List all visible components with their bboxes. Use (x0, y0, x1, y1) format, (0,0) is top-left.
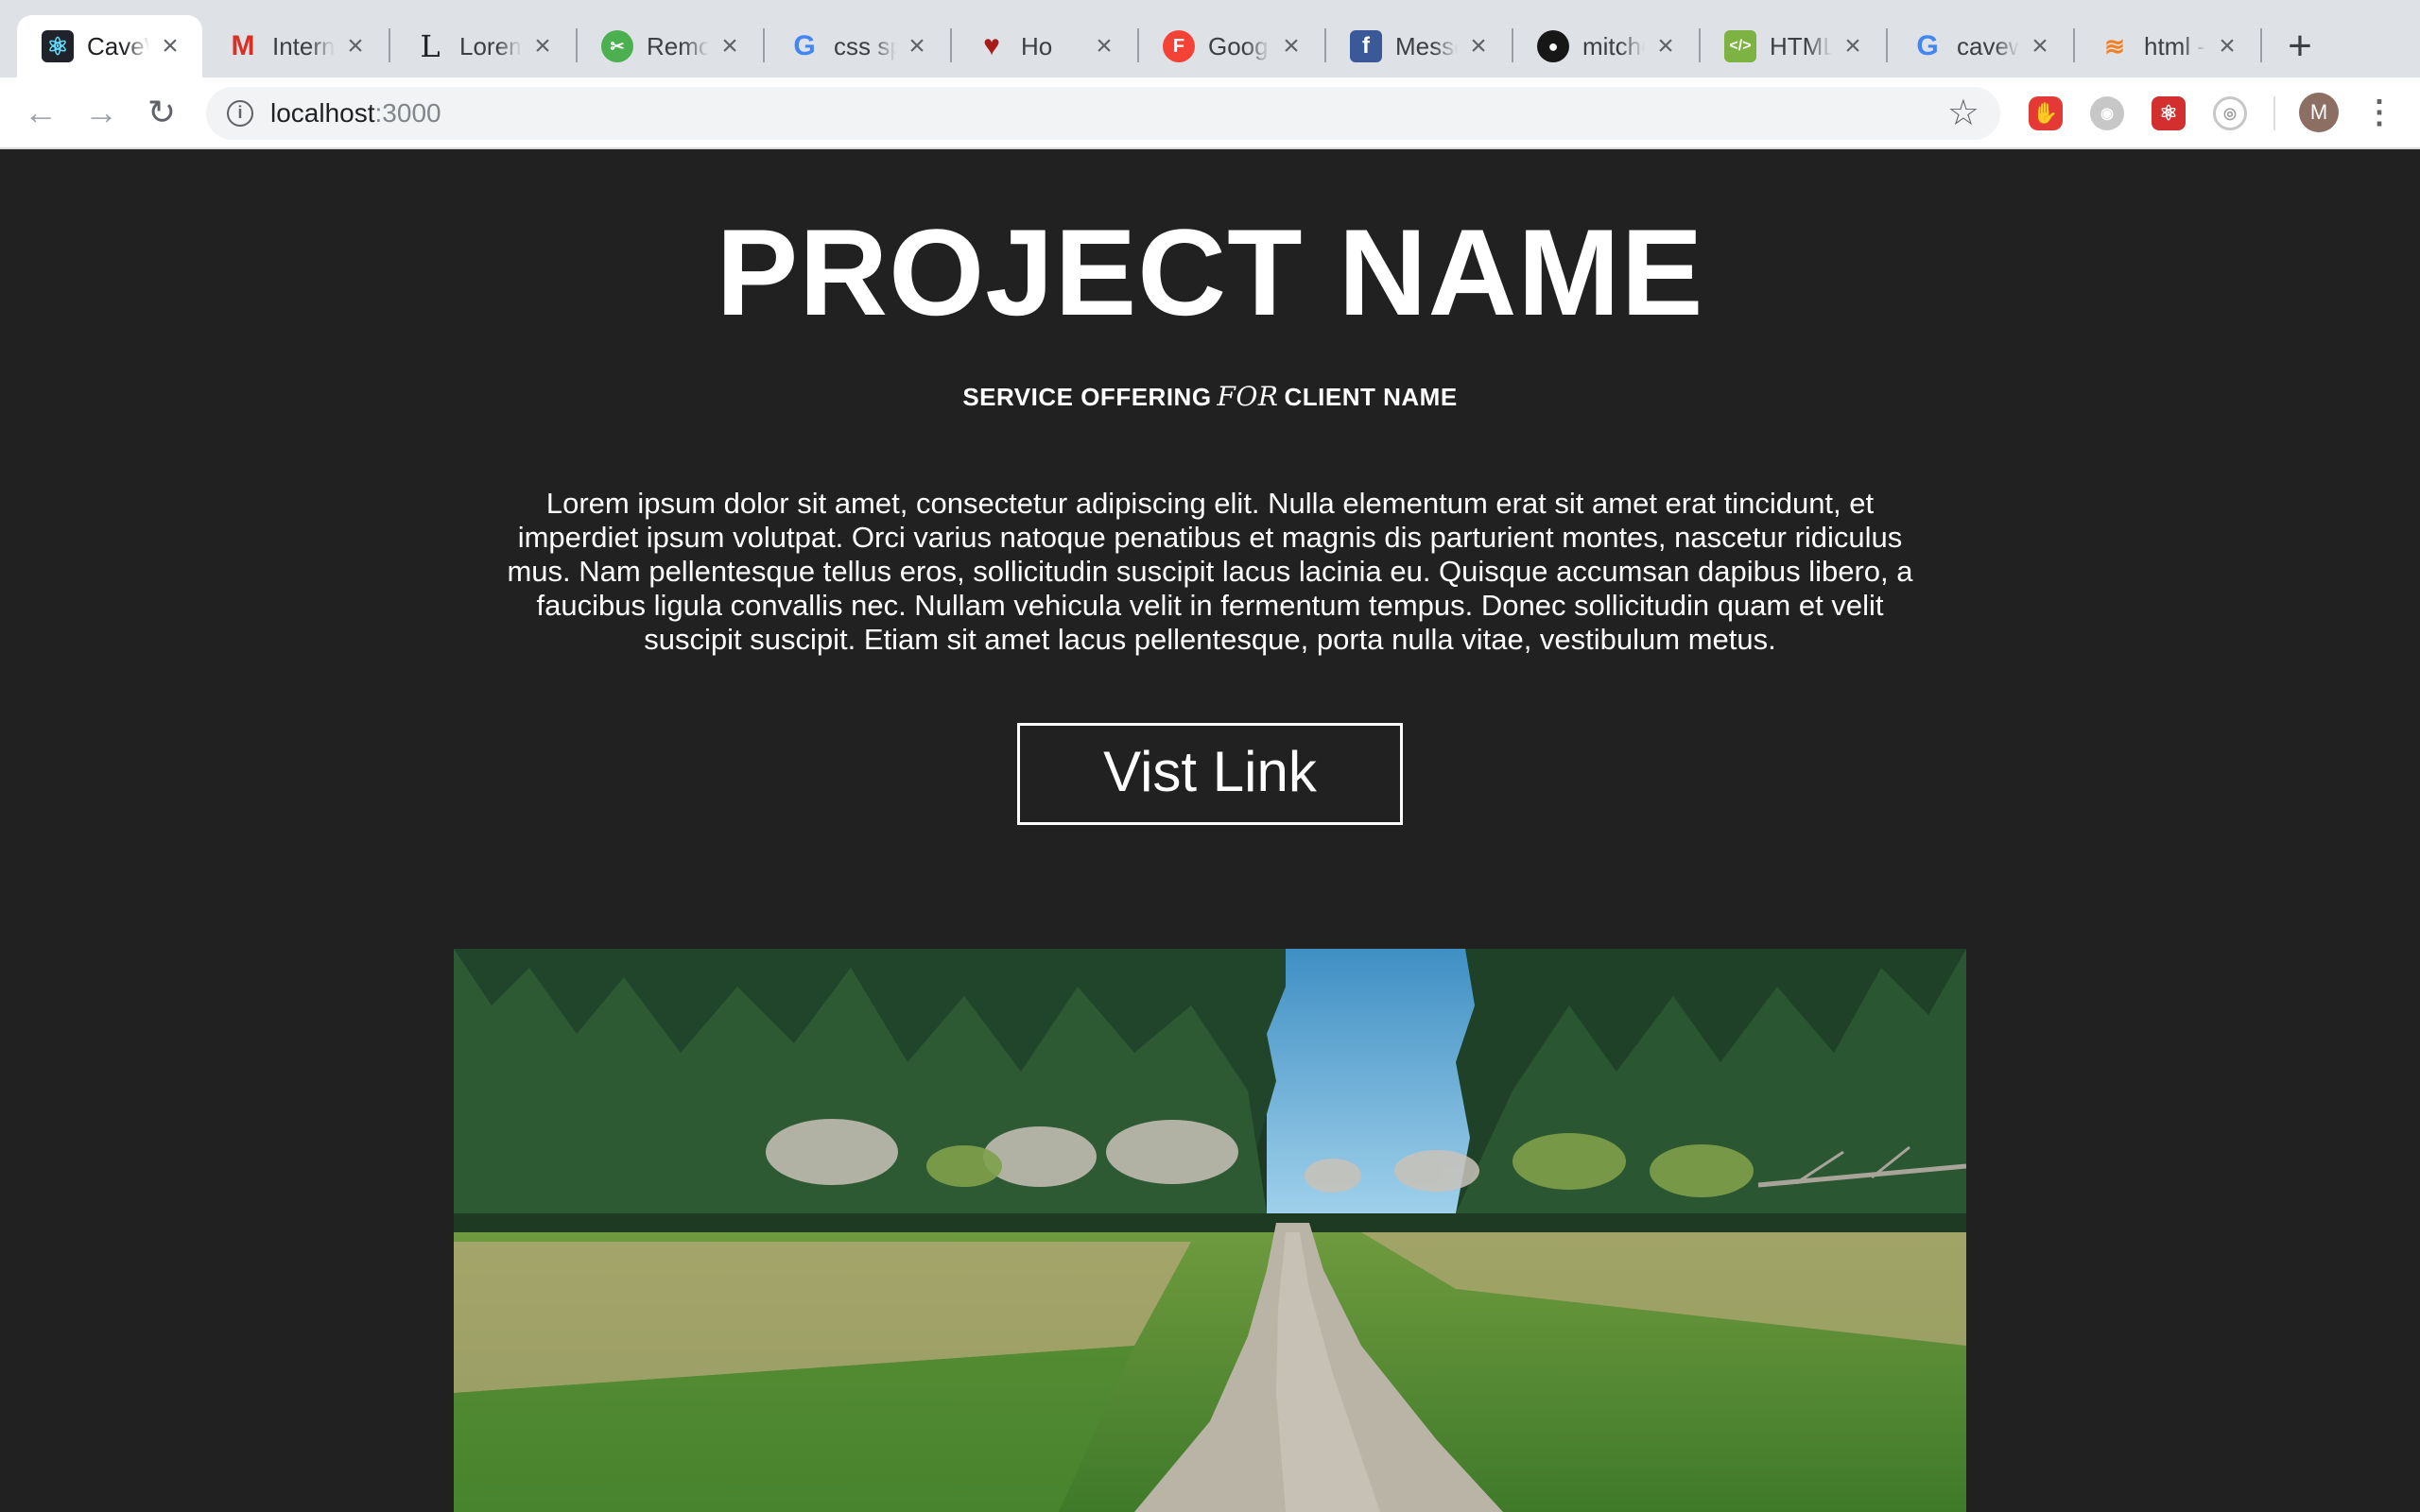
tab-lorem[interactable]: L Lorem × (389, 15, 575, 77)
tab-github[interactable]: ● mitche × (1512, 15, 1698, 77)
stackoverflow-icon: ≋ (2104, 31, 2125, 60)
tab-title: HTML (1770, 31, 1832, 60)
for-text: FOR (1217, 381, 1279, 412)
discord-icon[interactable]: ◉ (2090, 96, 2124, 130)
tab-title: css sp (834, 31, 896, 60)
project-description: Lorem ipsum dolor sit amet, consectetur … (507, 487, 1913, 656)
close-icon[interactable]: × (717, 32, 743, 60)
tab-title: Remov (647, 31, 709, 60)
hero-image (454, 949, 1966, 1512)
close-icon[interactable]: × (2027, 32, 2053, 60)
lorem-l-icon: L (420, 28, 441, 64)
google-icon: G (1916, 30, 1939, 61)
reload-icon[interactable]: ↻ (140, 91, 183, 134)
toolbar-divider (2273, 96, 2275, 130)
close-icon[interactable]: × (1278, 32, 1305, 60)
tab-title: CaveW (87, 31, 149, 60)
project-title: PROJECT NAME (716, 203, 1704, 341)
react-devtools-icon[interactable]: ⚛ (2152, 96, 2186, 130)
heart-icon: ♥ (983, 30, 1000, 61)
service-offering-text: SERVICE OFFERING (962, 383, 1212, 411)
close-icon[interactable]: × (342, 32, 369, 60)
tab-cavew-search[interactable]: G cavew × (1887, 15, 2072, 77)
tab-title: Lorem (459, 31, 522, 60)
tab-title: Ho (1021, 31, 1053, 60)
html-icon: </> (1724, 30, 1756, 62)
forward-arrow-icon[interactable]: → (79, 91, 123, 134)
camera-icon[interactable]: ◎ (2213, 96, 2247, 130)
tab-strip: ⚛ CaveW × M Interne × L Lorem × ✂ Remov … (0, 0, 2420, 77)
tab-title: Interne (272, 31, 335, 60)
tab-stackoverflow[interactable]: ≋ html - × (2074, 15, 2259, 77)
avatar[interactable]: M (2299, 93, 2339, 132)
google-fonts-icon: F (1163, 30, 1195, 62)
tab-title: Messe (1395, 31, 1458, 60)
tab-ho[interactable]: ♥ Ho × (951, 15, 1136, 77)
google-icon: G (793, 30, 816, 61)
remove-bg-icon: ✂ (601, 30, 633, 62)
close-icon[interactable]: × (1652, 32, 1679, 60)
tab-html[interactable]: </> HTML × (1700, 15, 1885, 77)
tab-remove[interactable]: ✂ Remov × (577, 15, 762, 77)
github-icon: ● (1537, 30, 1569, 62)
more-menu-icon[interactable]: ⋮ (2363, 93, 2395, 132)
address-bar[interactable]: i localhost:3000 ☆ (206, 87, 2000, 140)
close-icon[interactable]: × (1840, 32, 1866, 60)
back-arrow-icon[interactable]: ← (19, 91, 62, 134)
url-port: :3000 (374, 98, 441, 128)
tab-google-fonts[interactable]: F Googl × (1138, 15, 1323, 77)
tab-title: Googl (1208, 31, 1270, 60)
tab-title: cavew (1957, 31, 2019, 60)
tab-messenger[interactable]: f Messe × (1325, 15, 1511, 77)
tab-title: html - (2144, 31, 2205, 60)
tab-cavew[interactable]: ⚛ CaveW × (17, 15, 202, 77)
adblock-icon[interactable]: ✋ (2029, 96, 2063, 130)
facebook-icon: f (1350, 30, 1382, 62)
new-tab-button[interactable]: + (2276, 23, 2324, 70)
forest-path-photo (454, 949, 1966, 1512)
close-icon[interactable]: × (1091, 32, 1117, 60)
client-name-text: CLIENT NAME (1284, 383, 1458, 411)
gmail-icon: M (231, 30, 255, 61)
tab-gmail[interactable]: M Interne × (202, 15, 388, 77)
url-host: localhost (270, 98, 375, 128)
close-icon[interactable]: × (1465, 32, 1492, 60)
close-icon[interactable]: × (529, 32, 556, 60)
page-content: PROJECT NAME SERVICE OFFERING FOR CLIENT N… (0, 150, 2420, 1512)
star-icon[interactable]: ☆ (1947, 94, 1979, 132)
project-subtitle: SERVICE OFFERING FOR CLIENT NAME (0, 381, 2420, 412)
close-icon[interactable]: × (157, 32, 183, 60)
info-icon[interactable]: i (227, 100, 253, 127)
tab-title: mitche (1582, 31, 1645, 60)
close-icon[interactable]: × (2214, 32, 2240, 60)
tab-separator (2260, 28, 2262, 62)
url-text: localhost:3000 (270, 98, 441, 129)
visit-link-button[interactable]: Vist Link (1017, 723, 1403, 825)
browser-toolbar: ← → ↻ i localhost:3000 ☆ ✋ ◉ ⚛ ◎ M ⋮ (0, 77, 2420, 149)
tab-css-sp[interactable]: G css sp × (764, 15, 949, 77)
react-icon: ⚛ (42, 30, 74, 62)
close-icon[interactable]: × (904, 32, 930, 60)
